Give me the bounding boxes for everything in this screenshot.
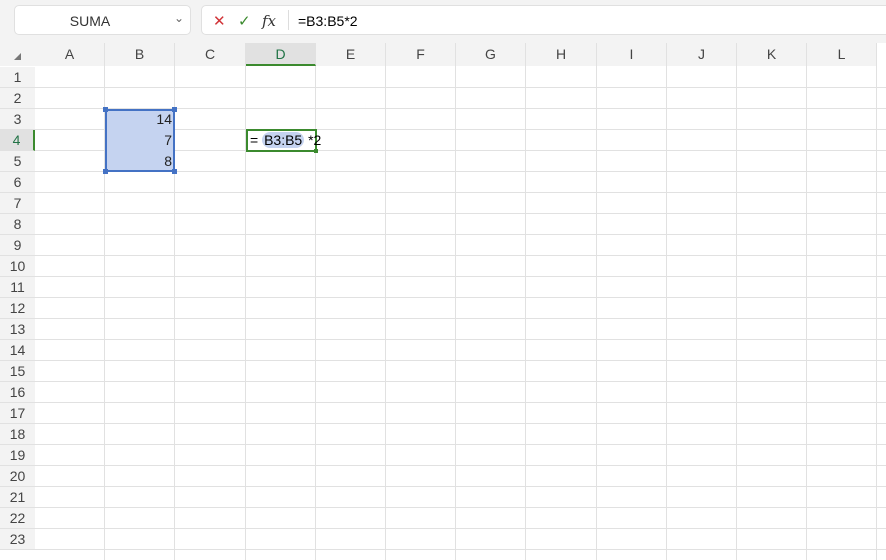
row-header-6[interactable]: 6 <box>0 172 35 193</box>
row-header-17[interactable]: 17 <box>0 403 35 424</box>
chevron-down-icon[interactable]: ⌄ <box>174 11 184 25</box>
cell-D4-editor[interactable]: = B3:B5 *2 <box>246 129 321 152</box>
column-header-B[interactable]: B <box>105 43 175 66</box>
column-header-I[interactable]: I <box>597 43 667 66</box>
row-header-16[interactable]: 16 <box>0 382 35 403</box>
row-header-3[interactable]: 3 <box>0 109 35 130</box>
name-box-value: SUMA <box>69 13 111 29</box>
formula-bar[interactable]: ✕ ✓ fx =B3:B5*2 <box>201 5 886 35</box>
row-header-10[interactable]: 10 <box>0 256 35 277</box>
column-header-J[interactable]: J <box>667 43 737 66</box>
row-header-8[interactable]: 8 <box>0 214 35 235</box>
row-header-20[interactable]: 20 <box>0 466 35 487</box>
row-header-21[interactable]: 21 <box>0 487 35 508</box>
row-header-4[interactable]: 4 <box>0 130 35 151</box>
row-header-14[interactable]: 14 <box>0 340 35 361</box>
fill-handle[interactable] <box>314 149 318 153</box>
row-header-23[interactable]: 23 <box>0 529 35 550</box>
insert-function-icon[interactable]: fx <box>262 12 276 30</box>
cancel-icon[interactable]: ✕ <box>213 12 226 30</box>
column-header-A[interactable]: A <box>35 43 105 66</box>
row-header-12[interactable]: 12 <box>0 298 35 319</box>
cell-B5[interactable]: 8 <box>105 151 175 172</box>
row-header-7[interactable]: 7 <box>0 193 35 214</box>
column-header-D[interactable]: D <box>246 43 316 66</box>
column-header-K[interactable]: K <box>737 43 807 66</box>
row-header-19[interactable]: 19 <box>0 445 35 466</box>
column-header-C[interactable]: C <box>175 43 246 66</box>
row-header-13[interactable]: 13 <box>0 319 35 340</box>
column-header-L[interactable]: L <box>807 43 877 66</box>
enter-icon[interactable]: ✓ <box>238 12 251 30</box>
select-all-triangle-icon <box>14 53 21 60</box>
column-header-G[interactable]: G <box>456 43 526 66</box>
edit-rest: *2 <box>308 132 322 148</box>
column-header-E[interactable]: E <box>316 43 386 66</box>
row-header-1[interactable]: 1 <box>0 67 35 88</box>
edit-range-reference: B3:B5 <box>262 132 305 148</box>
formula-input[interactable]: =B3:B5*2 <box>298 13 358 29</box>
row-header-15[interactable]: 15 <box>0 361 35 382</box>
spreadsheet-grid[interactable]: A B C D E F G H I J K L 1 2 3 4 5 6 7 8 9 10 11 12 13 14 15 16 17 18 1… <box>0 43 886 560</box>
cell-B3[interactable]: 14 <box>105 109 175 130</box>
row-header-18[interactable]: 18 <box>0 424 35 445</box>
row-header-2[interactable]: 2 <box>0 88 35 109</box>
edit-equals: = <box>250 132 259 148</box>
cell-B4[interactable]: 7 <box>105 130 175 151</box>
name-box[interactable]: SUMA ⌄ <box>14 5 191 35</box>
column-header-F[interactable]: F <box>386 43 456 66</box>
column-header-H[interactable]: H <box>526 43 597 66</box>
row-header-9[interactable]: 9 <box>0 235 35 256</box>
row-header-22[interactable]: 22 <box>0 508 35 529</box>
row-header-5[interactable]: 5 <box>0 151 35 172</box>
select-all-button[interactable] <box>0 43 35 66</box>
row-header-11[interactable]: 11 <box>0 277 35 298</box>
